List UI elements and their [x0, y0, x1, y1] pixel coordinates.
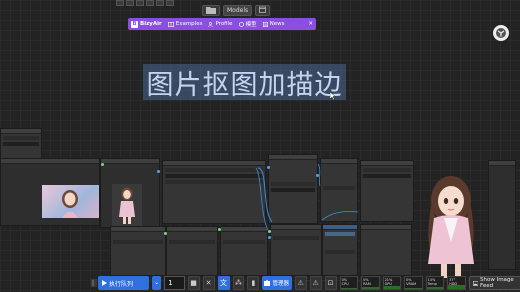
show-image-feed-button[interactable]: Show Image Feed — [468, 276, 520, 290]
chevron-down-icon[interactable]: ⌄ — [152, 276, 162, 290]
node-port[interactable] — [157, 170, 160, 173]
stat-label: Temp — [427, 282, 437, 286]
girl-cutout — [119, 187, 135, 224]
stat-hdd: 37° HDD — [447, 276, 466, 290]
manager-button[interactable]: 管理器 — [262, 276, 292, 290]
bottom-toolbar: 执行队列 ⌄ 1 ■ ✕ 文 ⁂ ▮ 管理器 ⚠ ⚠ ⊡ 0% CPU 0% R… — [98, 276, 520, 290]
stat-label: HDD — [449, 282, 458, 286]
node-port[interactable] — [101, 163, 104, 166]
stat-ram-fill — [362, 287, 379, 289]
share-icon[interactable]: ⚠ — [294, 276, 307, 290]
stat-label: VRAM — [406, 282, 417, 286]
node-port[interactable] — [267, 166, 270, 169]
stat-label: RAM — [363, 282, 371, 286]
stat-temp: 14% Temp — [425, 276, 445, 290]
stat-temp-fill — [426, 287, 444, 289]
node-port[interactable] — [268, 236, 271, 239]
alert-icon[interactable]: ⚠ — [309, 276, 322, 290]
queue-run-button[interactable]: 执行队列 — [98, 276, 150, 290]
close-queue-icon[interactable]: ✕ — [202, 276, 215, 290]
stat-cpu-fill — [340, 288, 358, 289]
link-icon[interactable]: ⁂ — [232, 276, 245, 290]
stat-vram: 0% VRAM — [404, 276, 423, 290]
stat-cpu: 0% CPU — [339, 276, 359, 290]
girl-photo — [62, 190, 78, 218]
bookmark-icon[interactable]: ▮ — [247, 276, 260, 290]
stop-icon[interactable]: ■ — [187, 276, 200, 290]
cutout-image-preview[interactable] — [112, 184, 142, 226]
node-port[interactable] — [316, 174, 319, 177]
image-icon — [472, 280, 478, 286]
node-port[interactable] — [268, 230, 271, 233]
node-port[interactable] — [164, 232, 167, 235]
stat-gpu: 21% GPU — [382, 276, 402, 290]
node-port[interactable] — [218, 228, 221, 231]
expand-icon[interactable]: ⊡ — [324, 276, 337, 290]
source-image-preview[interactable] — [42, 185, 99, 218]
stat-vram-fill — [405, 288, 422, 289]
result-image-preview[interactable] — [408, 172, 494, 280]
panel-toggle-icon[interactable] — [91, 279, 97, 287]
stat-label: GPU — [384, 282, 392, 286]
show-image-feed-label: Show Image Feed — [479, 277, 514, 289]
translate-icon[interactable]: 文 — [217, 276, 230, 290]
queue-run-label: 执行队列 — [109, 280, 134, 288]
stat-ram: 0% RAM — [361, 276, 380, 290]
stat-gpu-fill — [383, 286, 401, 289]
puzzle-icon — [264, 280, 271, 286]
manager-label: 管理器 — [272, 281, 289, 287]
batch-count-input[interactable]: 1 — [164, 276, 185, 290]
play-icon — [102, 280, 107, 286]
stat-label: CPU — [341, 282, 349, 286]
